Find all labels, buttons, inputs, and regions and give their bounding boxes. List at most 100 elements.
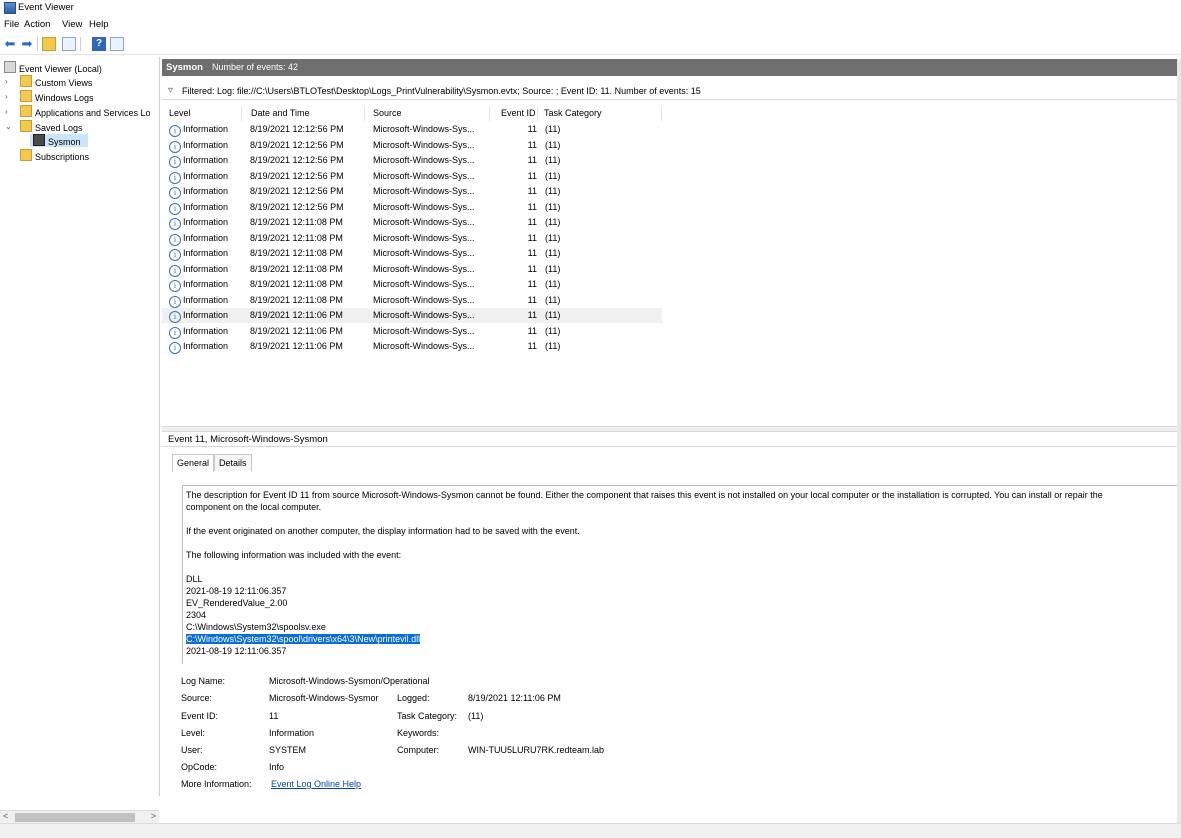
level-cell: i Information [169, 153, 228, 168]
level-cell: i Information [169, 324, 228, 339]
column-header-source[interactable]: Source [366, 106, 490, 121]
description-line: component on the local computer. [186, 502, 322, 512]
tree-horizontal-scrollbar[interactable]: < > [0, 810, 159, 824]
level-text: Information [183, 186, 229, 196]
date-cell: 8/19/2021 12:11:08 PM [250, 263, 343, 274]
event-log-online-help-link[interactable]: Event Log Online Help [271, 779, 361, 789]
event-id-cell: 11 [527, 248, 537, 258]
chevron-right-icon[interactable]: › [5, 90, 11, 103]
information-icon: i [169, 140, 181, 153]
task-category-cell: (11) [545, 325, 561, 336]
level-text: Information [183, 294, 229, 305]
level-cell: i Information [169, 200, 228, 215]
task-category-cell: (11) [545, 310, 561, 320]
description-line: The following information was included w… [186, 550, 402, 560]
folder-icon [20, 120, 32, 132]
event-row[interactable]: i Information 8/19/2021 12:11:08 PM Microso… [162, 246, 662, 261]
event-row[interactable]: i Information 8/19/2021 12:11:06 PM Microso… [162, 339, 662, 354]
tree-label: Saved Logs [35, 123, 83, 133]
tree-node-applications-services[interactable]: › Applications and Services Lo [0, 105, 159, 118]
keywords-label: Keywords: [397, 728, 440, 738]
event-row[interactable]: i Information 8/19/2021 12:11:06 PM Microso… [162, 324, 662, 339]
level-text: Information [183, 279, 229, 289]
column-header-level[interactable]: Level [162, 106, 242, 121]
chevron-right-icon[interactable]: › [5, 105, 11, 118]
chevron-right-icon[interactable]: › [5, 75, 11, 88]
column-header-date-time[interactable]: Date and Time [244, 106, 365, 121]
information-icon: i [169, 326, 181, 339]
event-id-cell: 11 [527, 232, 537, 243]
event-row[interactable]: i Information 8/19/2021 12:12:56 PM Microso… [162, 184, 662, 199]
pane-icon[interactable] [110, 37, 124, 51]
event-row[interactable]: i Information 8/19/2021 12:12:56 PM Microso… [162, 122, 662, 137]
event-row[interactable]: i Information 8/19/2021 12:11:08 PM Microso… [162, 293, 662, 308]
help-icon[interactable]: ? [92, 37, 106, 51]
information-icon: i [169, 202, 181, 215]
tree-node-sysmon[interactable]: Sysmon [30, 134, 88, 147]
event-detail-title: Event 11, Microsoft-Windows-Sysmon [168, 434, 328, 445]
information-icon: i [169, 264, 181, 277]
information-icon: i [169, 342, 181, 354]
event-row[interactable]: i Information 8/19/2021 12:12:56 PM Microso… [162, 200, 662, 215]
task-category-cell: (11) [545, 217, 561, 227]
event-data-value: EV_RenderedValue_2.00 [186, 598, 288, 608]
log-name-value: Microsoft-Windows-Sysmon/Operational [269, 676, 430, 686]
tab-details[interactable]: Details [214, 454, 252, 471]
menu-file[interactable]: File [4, 19, 19, 30]
scroll-left-icon[interactable]: < [3, 811, 8, 821]
event-row[interactable]: i Information 8/19/2021 12:11:08 PM Microso… [162, 231, 662, 246]
opcode-value: Info [269, 762, 285, 772]
level-cell: i Information [169, 293, 228, 308]
right-scroll-edge[interactable] [1177, 59, 1181, 823]
event-row[interactable]: i Information 8/19/2021 12:11:08 PM Microso… [162, 262, 662, 277]
task-category-cell: (11) [545, 170, 561, 181]
event-row[interactable]: i Information 8/19/2021 12:12:56 PM Microso… [162, 169, 662, 184]
tree-node-subscriptions[interactable]: Subscriptions [20, 149, 89, 162]
event-row[interactable]: i Information 8/19/2021 12:11:08 PM Microso… [162, 277, 662, 292]
task-category-cell: (11) [545, 341, 561, 351]
event-row[interactable]: i Information 8/19/2021 12:11:06 PM Microso… [162, 308, 662, 323]
more-information-label: More Information: [181, 779, 252, 789]
level-cell: i Information [169, 215, 228, 230]
forward-arrow-icon[interactable]: ➡ [20, 37, 34, 51]
description-line: If the event originated on another compu… [186, 526, 580, 536]
source-cell: Microsoft-Windows-Sys... [373, 139, 475, 150]
open-folder-icon[interactable] [42, 37, 56, 51]
back-arrow-icon[interactable]: ⬅ [3, 37, 17, 51]
date-cell: 8/19/2021 12:12:56 PM [250, 170, 344, 181]
computer-label: Computer: [397, 745, 440, 755]
tree-node-saved-logs[interactable]: ⌄ Saved Logs [0, 120, 159, 133]
event-row[interactable]: i Information 8/19/2021 12:12:56 PM Microso… [162, 138, 662, 153]
tree-label: Sysmon [48, 137, 81, 147]
event-row[interactable]: i Information 8/19/2021 12:12:56 PM Microso… [162, 153, 662, 168]
information-icon: i [169, 249, 181, 261]
scroll-thumb[interactable] [15, 813, 135, 822]
tree-node-event-viewer-local[interactable]: Event Viewer (Local) [4, 61, 102, 74]
event-data-value: 2304 [186, 610, 207, 620]
column-header-task-category[interactable]: Task Category [537, 106, 662, 121]
menu-view[interactable]: View [62, 19, 82, 30]
information-icon: i [169, 218, 181, 230]
event-id-cell: 11 [527, 139, 537, 150]
tab-general[interactable]: General [172, 454, 215, 472]
menu-action[interactable]: Action [24, 19, 50, 30]
information-icon: i [169, 171, 181, 184]
date-cell: 8/19/2021 12:11:06 PM [250, 341, 343, 351]
tree-label: Windows Logs [35, 93, 94, 103]
column-header-event-id[interactable]: Event ID [494, 106, 538, 121]
information-icon: i [169, 125, 181, 137]
event-row[interactable]: i Information 8/19/2021 12:11:08 PM Microso… [162, 215, 662, 230]
selected-dll-path[interactable]: C:\Windows\System32\spool\drivers\x64\3\… [186, 634, 421, 644]
task-category-cell: (11) [545, 155, 561, 165]
event-id-cell: 11 [527, 155, 537, 165]
chevron-down-icon[interactable]: ⌄ [5, 120, 12, 133]
tree-node-windows-logs[interactable]: › Windows Logs [0, 90, 159, 103]
tree-node-custom-views[interactable]: › Custom Views [0, 75, 159, 88]
scroll-right-icon[interactable]: > [151, 811, 156, 821]
date-cell: 8/19/2021 12:12:56 PM [250, 139, 344, 150]
properties-icon[interactable] [62, 37, 76, 51]
information-icon: i [169, 233, 181, 246]
toolbar: ⬅ ➡ ? [0, 34, 1181, 55]
source-cell: Microsoft-Windows-Sys... [373, 201, 475, 212]
menu-help[interactable]: Help [89, 19, 109, 30]
